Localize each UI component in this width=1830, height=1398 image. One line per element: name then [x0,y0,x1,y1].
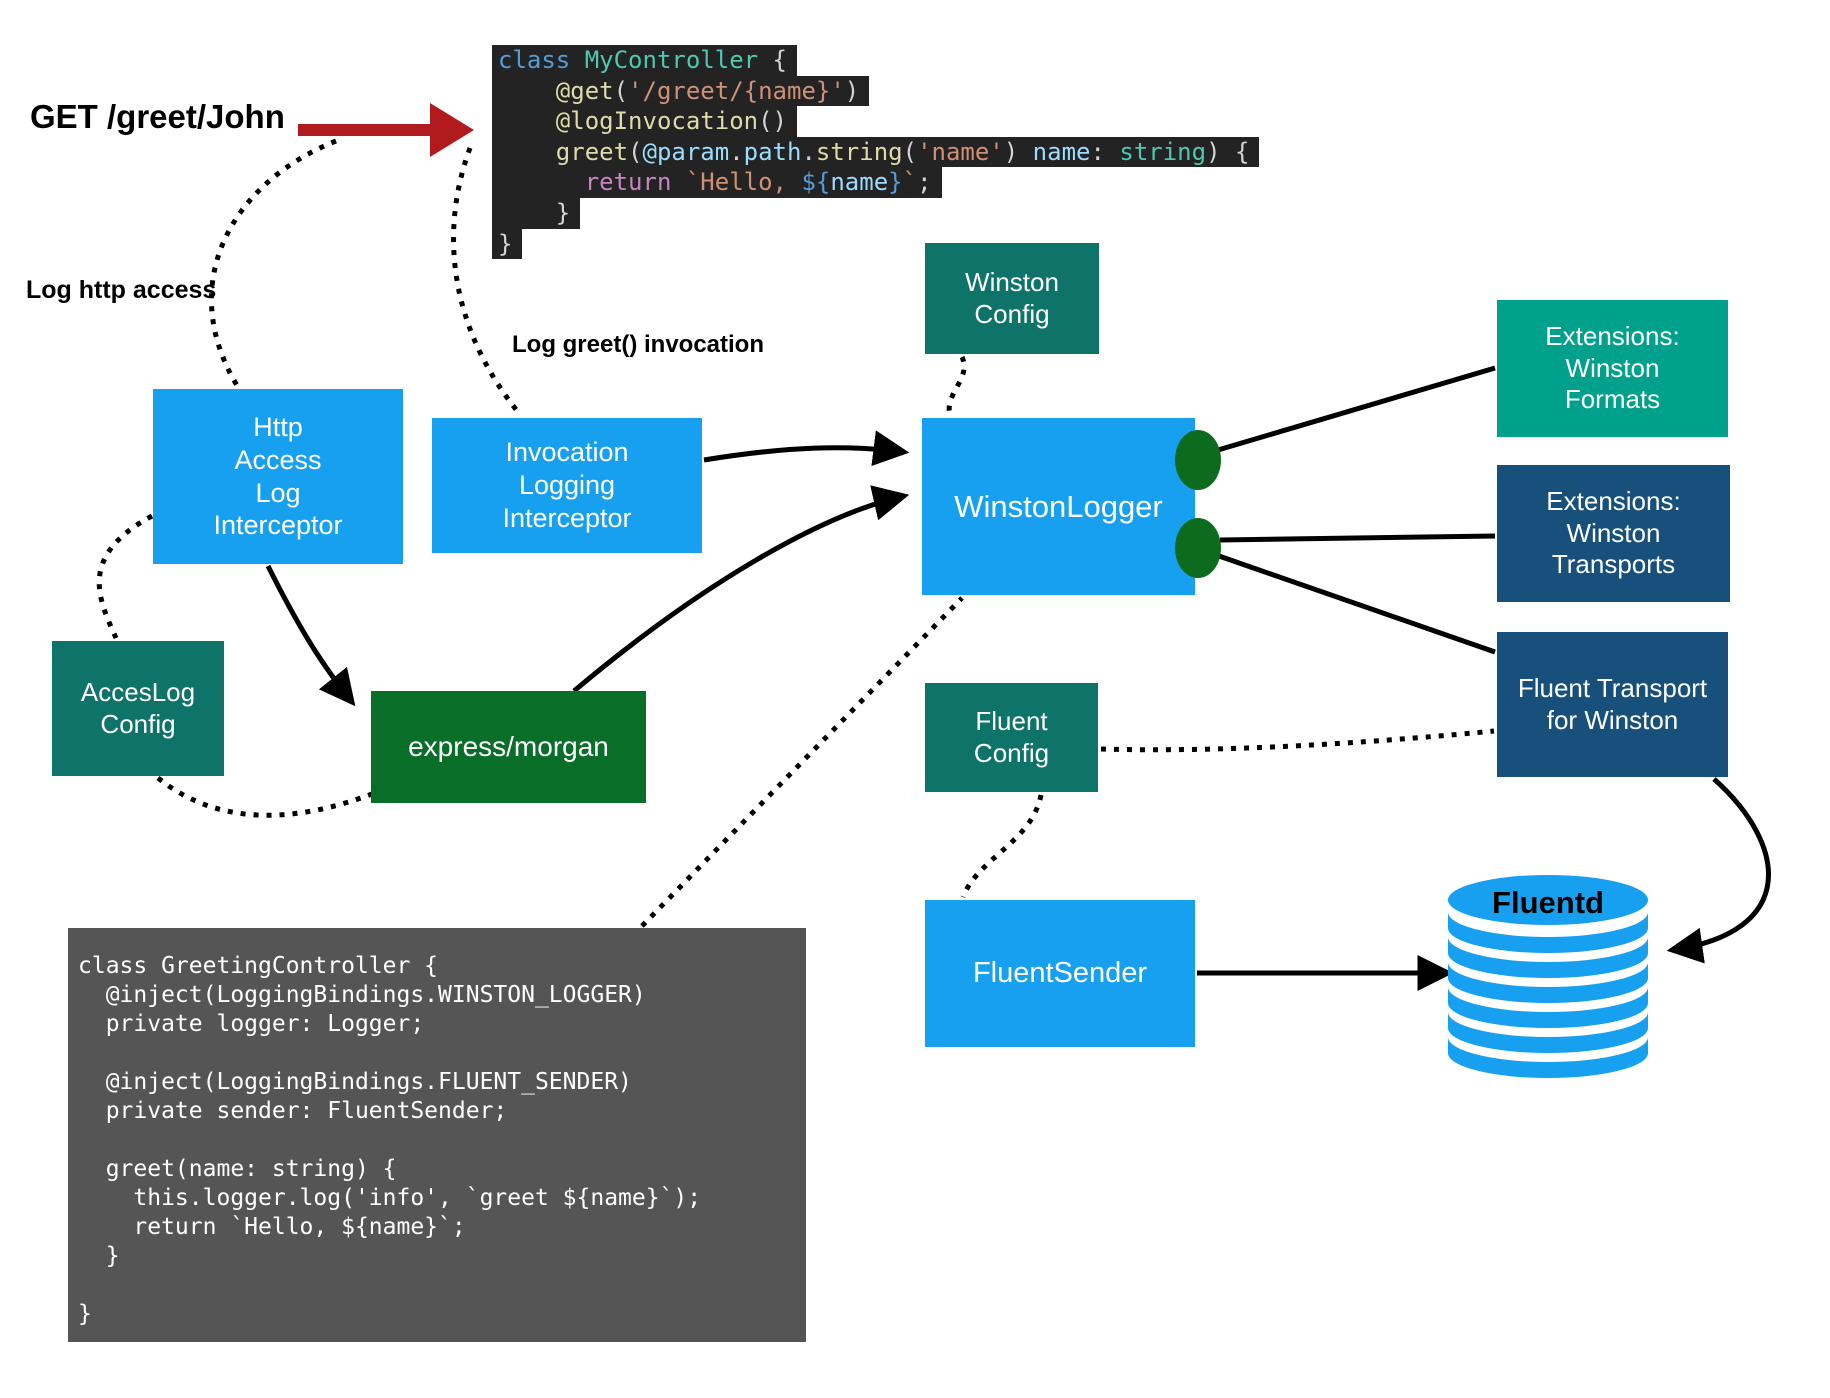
fluentd-top-disk [1448,875,1648,925]
fluentd-label: Fluentd [1492,885,1604,920]
fluentd-database: Fluentd [1448,875,1648,1078]
edge-request-to-http-interceptor [211,141,336,402]
edge-greeting-code-to-winstonlogger [642,598,962,926]
fluent-sender-box: FluentSender [925,900,1195,1047]
log-http-access-label: Log http access [26,276,216,305]
log-greet-invocation-label: Log greet() invocation [512,331,764,359]
extensions-winston-formats-box: Extensions: Winston Formats [1497,300,1728,437]
get-request-label: GET /greet/John [30,98,285,136]
edge-fluent-transport-to-fluentd [1672,779,1768,950]
extensions-winston-transports-box: Extensions: Winston Transports [1497,465,1730,602]
request-arrow [298,103,474,157]
edge-http-interceptor-to-acceslog-config [99,516,152,638]
mycontroller-code-snippet: class MyController { @get('/greet/{name}… [492,45,1259,259]
edge-http-to-express [268,566,352,702]
acceslog-config-box: AccesLog Config [52,641,224,776]
edge-port-to-formats [1218,368,1495,450]
fluent-transport-box: Fluent Transport for Winston [1497,632,1728,777]
edge-fluent-config-to-fluentsender [963,795,1041,897]
winston-config-box: Winston Config [925,243,1099,354]
edge-port-to-transports [1220,536,1495,540]
formats-extension-port [1175,430,1221,490]
edge-fluent-config-to-fluent-transport [1101,731,1494,750]
edge-invocation-to-winstonlogger [704,448,904,460]
express-morgan-box: express/morgan [371,691,646,803]
transports-extension-port [1175,518,1221,578]
edge-acceslog-config-to-express [158,778,372,815]
winston-logger-box: WinstonLogger [922,418,1195,595]
edge-port-to-fluent-transport [1219,556,1495,652]
invocation-logging-interceptor-box: Invocation Logging Interceptor [432,418,702,553]
edge-winston-config-to-winstonlogger [949,357,964,415]
fluent-config-box: Fluent Config [925,683,1098,792]
http-access-log-interceptor-box: Http Access Log Interceptor [153,389,403,564]
logging-architecture-diagram: Fluentd GET /greet/John Log http access … [0,0,1830,1398]
greetingcontroller-code-snippet: class GreetingController { @inject(Loggi… [68,928,806,1342]
